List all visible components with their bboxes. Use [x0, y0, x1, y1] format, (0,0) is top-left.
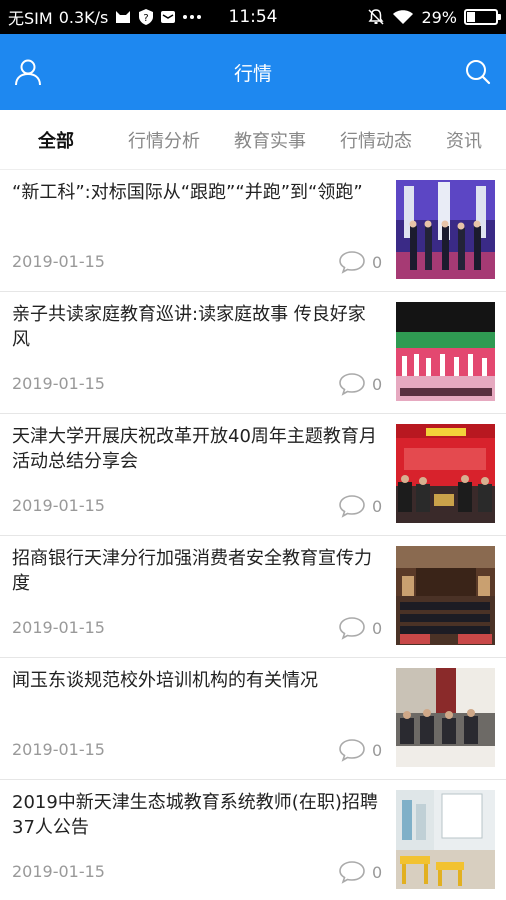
news-item[interactable]: “新工科”:对标国际从“跟跑”“并跑”到“领跑” 2019-01-15 0: [0, 170, 506, 292]
news-title: 2019中新天津生态城教育系统教师(在职)招聘37人公告: [12, 792, 378, 838]
status-bar: 无SIM 0.3K/s ? 11:54 29%: [0, 0, 506, 34]
comment-icon: [339, 251, 365, 274]
tab-information[interactable]: 资讯: [429, 127, 499, 153]
news-title: “新工科”:对标国际从“跟跑”“并跑”到“领跑”: [12, 182, 363, 203]
more-dots-icon: [182, 14, 202, 20]
comment-number: 0: [372, 374, 383, 394]
news-item[interactable]: 招商银行天津分行加强消费者安全教育宣传力度 2019-01-15 0: [0, 536, 506, 658]
news-thumbnail: [396, 180, 495, 279]
news-title: 天津大学开展庆祝改革开放40周年主题教育月活动总结分享会: [12, 426, 377, 472]
news-title: 闻玉东谈规范校外培训机构的有关情况: [12, 670, 318, 691]
comment-number: 0: [372, 862, 383, 882]
news-item[interactable]: 天津大学开展庆祝改革开放40周年主题教育月活动总结分享会 2019-01-15 …: [0, 414, 506, 536]
tab-education-news[interactable]: 教育实事: [217, 127, 323, 153]
comment-icon: [339, 495, 365, 518]
mute-bell-icon: [367, 8, 385, 26]
news-date: 2019-01-15: [12, 618, 105, 637]
news-thumbnail: [396, 668, 495, 767]
mail-icon: [160, 9, 176, 25]
comment-number: 0: [372, 618, 383, 638]
news-title: 招商银行天津分行加强消费者安全教育宣传力度: [12, 548, 372, 594]
page-title: 行情: [233, 62, 272, 85]
question-shield-icon: ?: [138, 8, 154, 26]
tab-all[interactable]: 全部: [0, 127, 111, 153]
news-date: 2019-01-15: [12, 374, 105, 393]
battery-percent: 29%: [421, 7, 457, 27]
comment-icon: [339, 861, 365, 884]
search-icon: [466, 60, 491, 85]
news-item[interactable]: 亲子共读家庭教育巡讲:读家庭故事 传良好家风 2019-01-15 0: [0, 292, 506, 414]
news-list: “新工科”:对标国际从“跟跑”“并跑”到“领跑” 2019-01-15 0 亲子…: [0, 170, 506, 900]
comment-number: 0: [372, 252, 383, 272]
news-thumbnail: [396, 302, 495, 401]
search-button[interactable]: [460, 54, 496, 90]
news-date: 2019-01-15: [12, 862, 105, 881]
comment-count[interactable]: 0: [338, 494, 382, 518]
comment-icon: [339, 739, 365, 762]
news-date: 2019-01-15: [12, 496, 105, 515]
comment-count[interactable]: 0: [338, 250, 382, 274]
app-header: 行情: [0, 34, 506, 110]
comment-count[interactable]: 0: [338, 372, 382, 396]
comment-count[interactable]: 0: [338, 616, 382, 640]
news-thumbnail: [396, 790, 495, 889]
news-date: 2019-01-15: [12, 740, 105, 759]
user-icon: [15, 59, 41, 86]
comment-number: 0: [372, 496, 383, 516]
news-item[interactable]: 闻玉东谈规范校外培训机构的有关情况 2019-01-15 0: [0, 658, 506, 780]
comment-count[interactable]: 0: [338, 738, 382, 762]
carrier-text: 无SIM: [8, 9, 53, 28]
user-button[interactable]: [10, 54, 46, 90]
svg-text:?: ?: [144, 13, 149, 24]
tab-market-analysis[interactable]: 行情分析: [111, 127, 217, 153]
wifi-icon: [392, 9, 414, 25]
comment-icon: [339, 617, 365, 640]
news-item[interactable]: 2019中新天津生态城教育系统教师(在职)招聘37人公告 2019-01-15 …: [0, 780, 506, 900]
news-thumbnail: [396, 546, 495, 645]
battery-icon: [464, 9, 501, 25]
comment-count[interactable]: 0: [338, 860, 382, 884]
comment-number: 0: [372, 740, 383, 760]
network-speed: 0.3K/s: [58, 7, 109, 27]
news-title: 亲子共读家庭教育巡讲:读家庭故事 传良好家风: [12, 304, 366, 350]
comment-icon: [339, 373, 365, 396]
news-date: 2019-01-15: [12, 252, 105, 271]
news-thumbnail: [396, 424, 495, 523]
category-tabs: 全部 行情分析 教育实事 行情动态 资讯: [0, 110, 506, 170]
tab-market-dynamics[interactable]: 行情动态: [323, 127, 429, 153]
cat-icon: [114, 9, 132, 25]
